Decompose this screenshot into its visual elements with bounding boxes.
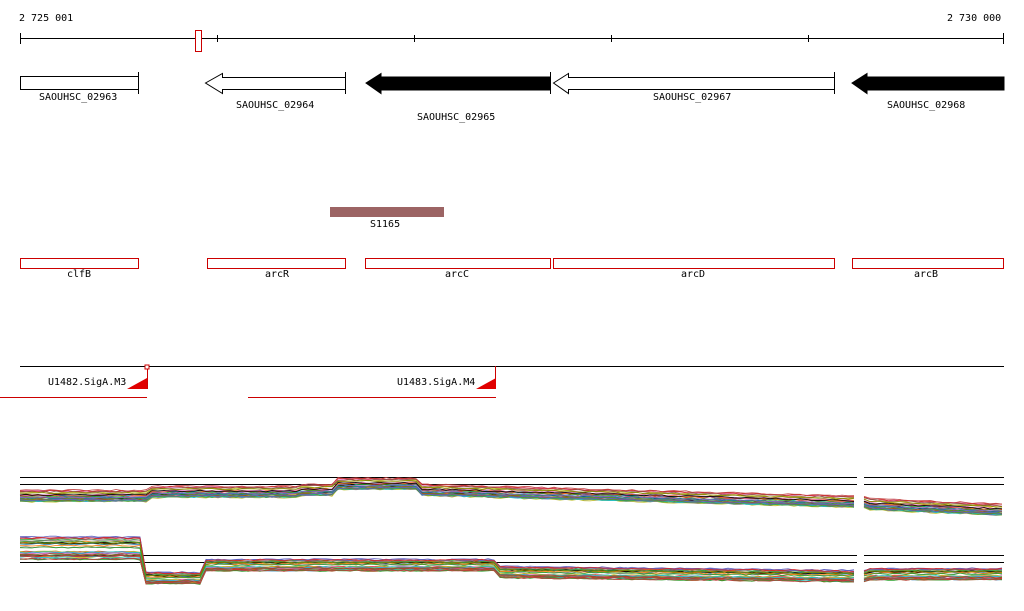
- name-box-arcd[interactable]: [553, 258, 835, 269]
- expression-profile-line: [19, 485, 1003, 514]
- promoter-u1482-arrow[interactable]: [127, 378, 147, 389]
- gene-label-saouhsc-02965: SAOUHSC_02965: [417, 112, 496, 123]
- gene-name-track: [20, 258, 1004, 269]
- name-box-clfb[interactable]: [20, 258, 139, 269]
- name-label-arcr: arcR: [265, 269, 290, 280]
- name-label-clfb: clfB: [67, 269, 92, 280]
- gene-label-saouhsc-02964: SAOUHSC_02964: [236, 100, 315, 111]
- name-box-arcb[interactable]: [852, 258, 1004, 269]
- gene-label-saouhsc-02967: SAOUHSC_02967: [653, 92, 732, 103]
- gene-saouhsc-02965[interactable]: [365, 72, 551, 95]
- name-box-arcr[interactable]: [207, 258, 346, 269]
- ruler: [20, 33, 1004, 44]
- genome-browser-canvas[interactable]: [0, 0, 1024, 611]
- promoter-label-u1483: U1483.SigA.M4: [397, 377, 476, 388]
- gene-saouhsc-02968[interactable]: [851, 72, 1005, 95]
- gene-saouhsc-02963[interactable]: [20, 76, 139, 90]
- name-label-arcc: arcC: [445, 269, 470, 280]
- gene-saouhsc-02964[interactable]: [204, 72, 346, 95]
- promoter-u1483-arrow[interactable]: [476, 378, 496, 389]
- gene-track: [20, 72, 1005, 95]
- gene-label-saouhsc-02963: SAOUHSC_02963: [39, 92, 118, 103]
- gene-saouhsc-02967[interactable]: [552, 72, 835, 95]
- name-box-arcc[interactable]: [365, 258, 551, 269]
- name-label-arcb: arcB: [914, 269, 939, 280]
- gene-label-saouhsc-02968: SAOUHSC_02968: [887, 100, 966, 111]
- name-label-arcd: arcD: [681, 269, 706, 280]
- expression-track-top: [19, 477, 1004, 516]
- expression-track-bottom: [19, 535, 1004, 585]
- srna-label: S1165: [370, 219, 401, 230]
- srna-s1165[interactable]: [330, 207, 444, 217]
- promoter-label-u1482: U1482.SigA.M3: [48, 377, 127, 388]
- ruler-position-marker[interactable]: [195, 30, 202, 52]
- promoter-track: [0, 364, 1004, 398]
